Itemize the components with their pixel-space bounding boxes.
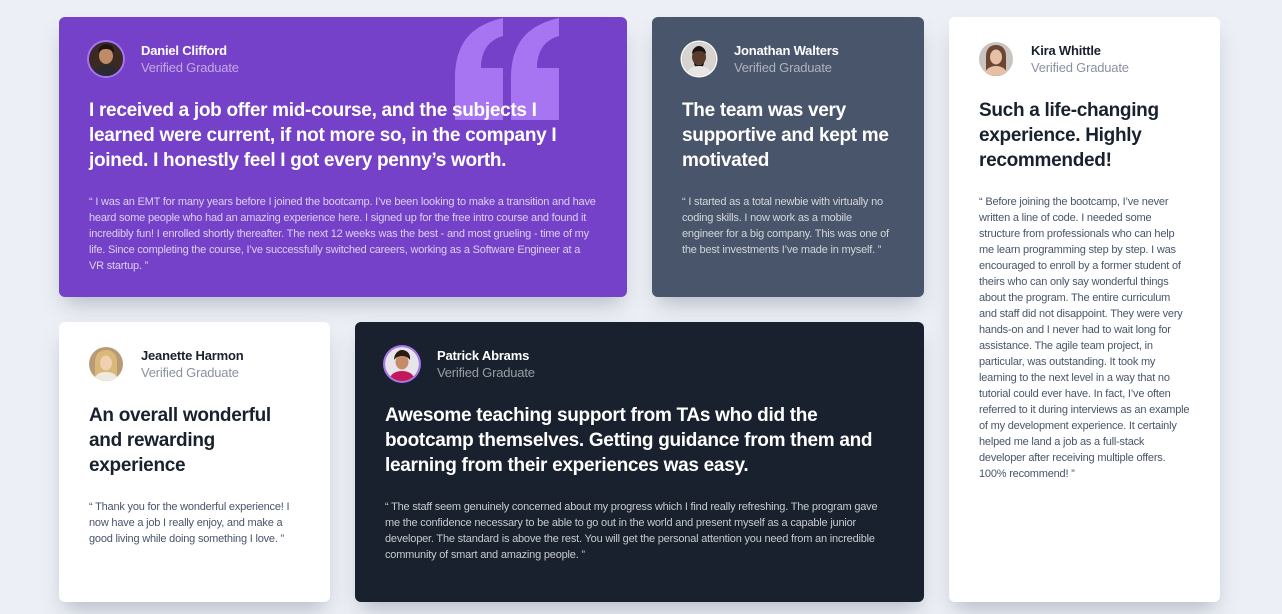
author-name: Jonathan Walters	[734, 43, 839, 58]
author-role: Verified Graduate	[734, 60, 832, 75]
author-name: Kira Whittle	[1031, 43, 1101, 58]
testimonial-header: Jeanette Harmon Verified Graduate	[89, 347, 300, 381]
testimonial-quote: “ I was an EMT for many years before I j…	[89, 196, 596, 272]
testimonial-header: Patrick Abrams Verified Graduate	[385, 347, 894, 381]
testimonial-quote: “ I started as a total newbie with virtu…	[682, 196, 889, 256]
author-info: Patrick Abrams Verified Graduate	[437, 347, 535, 381]
testimonial-quote: “ The staff seem genuinely concerned abo…	[385, 501, 878, 561]
author-role: Verified Graduate	[141, 60, 239, 75]
testimonial-headline: Awesome teaching support from TAs who di…	[385, 405, 873, 476]
author-name: Daniel Clifford	[141, 43, 227, 58]
testimonial-card-daniel: Daniel Clifford Verified Graduate I rece…	[59, 17, 627, 297]
avatar-daniel-icon	[89, 42, 123, 76]
testimonial-headline: The team was very supportive and kept me…	[682, 100, 889, 171]
testimonial-header: Daniel Clifford Verified Graduate	[89, 42, 597, 76]
author-name: Jeanette Harmon	[141, 348, 244, 363]
author-info: Jonathan Walters Verified Graduate	[734, 42, 839, 76]
testimonial-card-jeanette: Jeanette Harmon Verified Graduate An ove…	[59, 322, 330, 602]
author-info: Daniel Clifford Verified Graduate	[141, 42, 239, 76]
testimonial-header: Kira Whittle Verified Graduate	[979, 42, 1190, 76]
testimonial-headline: An overall wonderful and rewarding exper…	[89, 405, 271, 476]
testimonial-card-kira: Kira Whittle Verified Graduate Such a li…	[949, 17, 1220, 602]
avatar-kira-icon	[979, 42, 1013, 76]
testimonial-headline: I received a job offer mid-course, and t…	[89, 100, 557, 171]
author-info: Kira Whittle Verified Graduate	[1031, 42, 1129, 76]
testimonial-card-jonathan: Jonathan Walters Verified Graduate The t…	[652, 17, 924, 297]
testimonial-quote: “ Thank you for the wonderful experience…	[89, 501, 290, 545]
author-info: Jeanette Harmon Verified Graduate	[141, 347, 244, 381]
avatar-patrick-icon	[385, 347, 419, 381]
testimonial-card-patrick: Patrick Abrams Verified Graduate Awesome…	[355, 322, 924, 602]
avatar-jonathan-icon	[682, 42, 716, 76]
testimonial-header: Jonathan Walters Verified Graduate	[682, 42, 894, 76]
author-name: Patrick Abrams	[437, 348, 530, 363]
author-role: Verified Graduate	[141, 365, 239, 380]
testimonial-headline: Such a life-changing experience. Highly …	[979, 100, 1159, 171]
avatar-jeanette-icon	[89, 347, 123, 381]
testimonial-quote: “ Before joining the bootcamp, I’ve neve…	[979, 196, 1190, 480]
author-role: Verified Graduate	[437, 365, 535, 380]
author-role: Verified Graduate	[1031, 60, 1129, 75]
